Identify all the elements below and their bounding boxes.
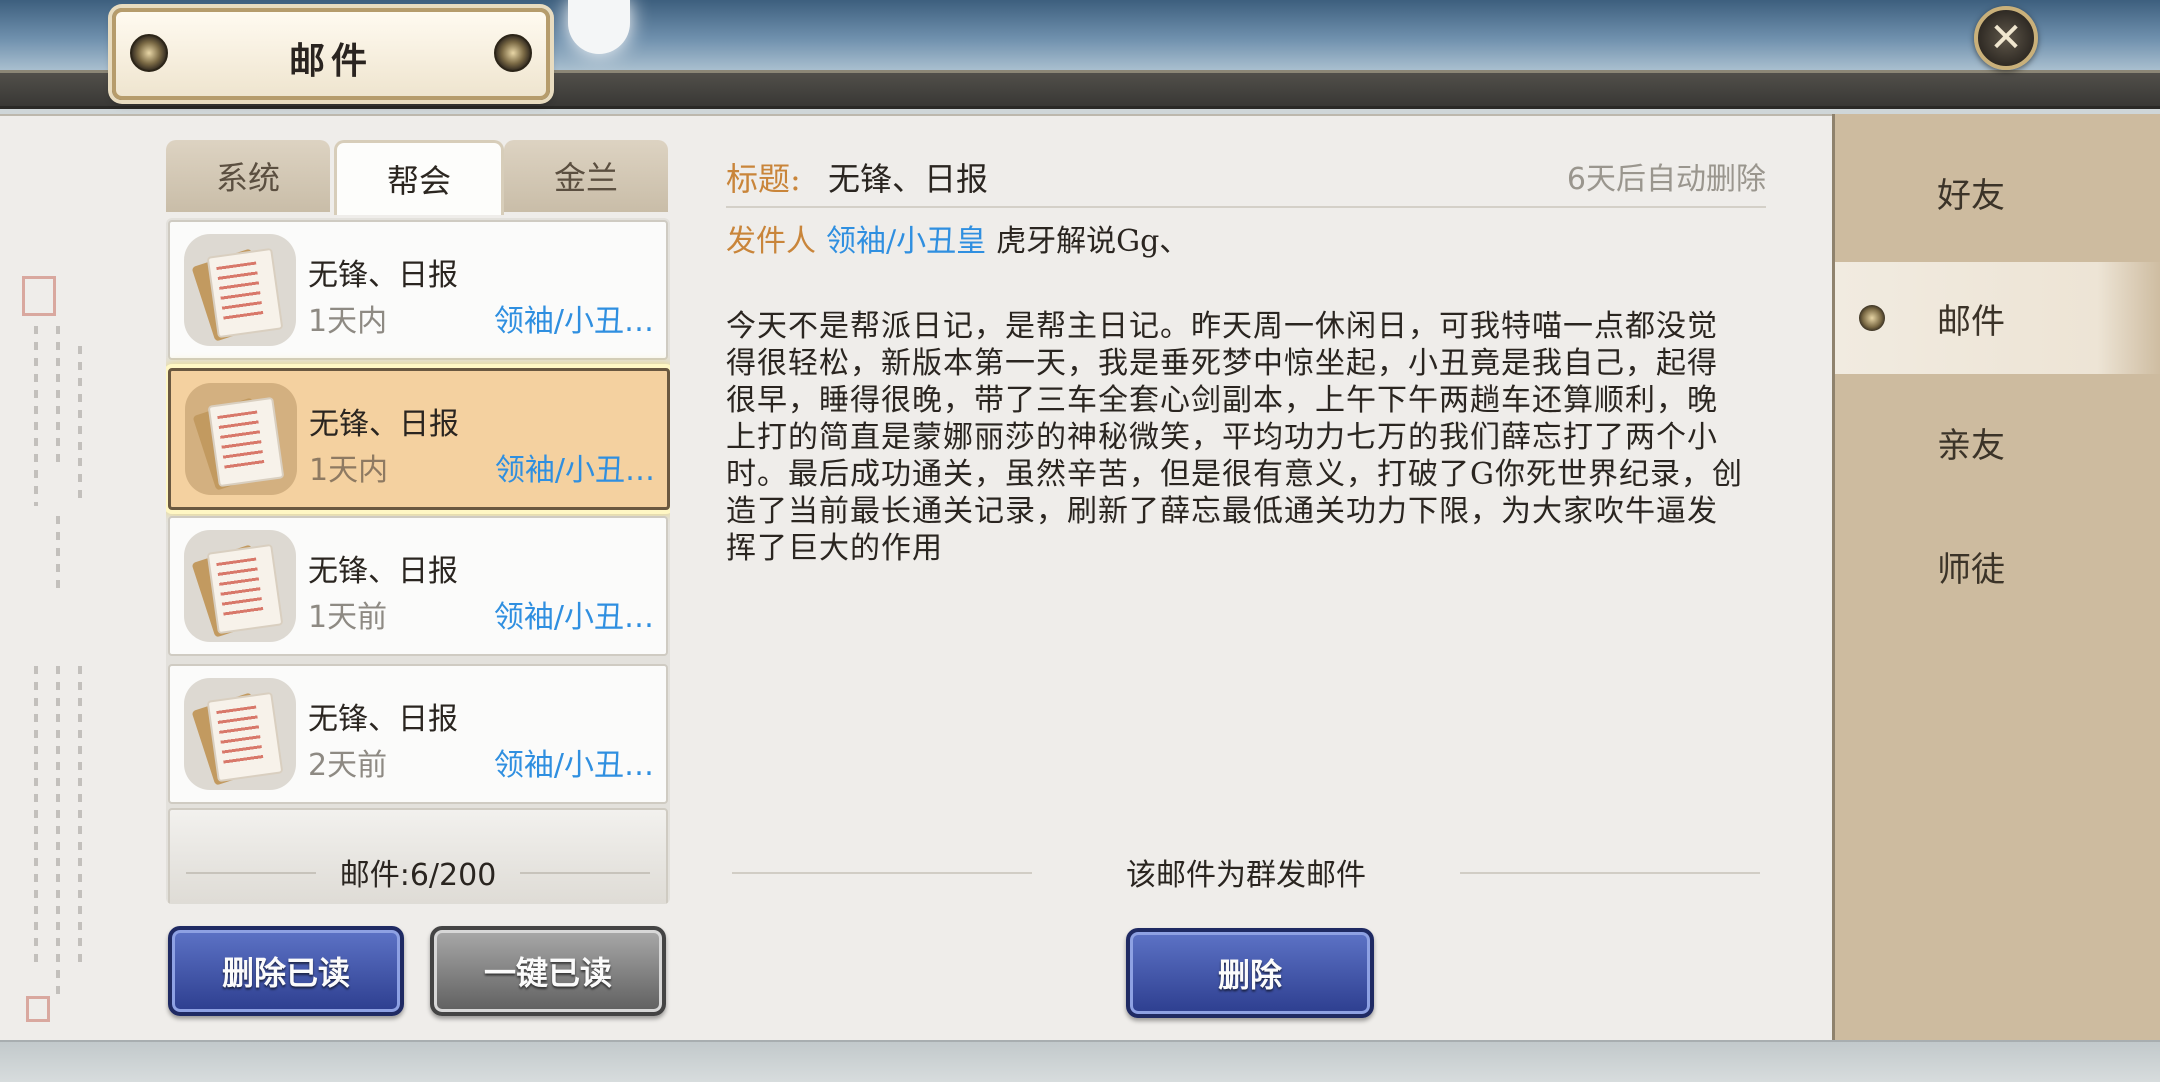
mail-category-tabs: 系统 帮会 金兰 <box>166 140 670 215</box>
ornament-icon <box>494 34 532 72</box>
side-nav-mentor[interactable]: 师徒 <box>1835 510 2160 622</box>
calligraphy-column <box>78 666 82 966</box>
side-nav-label: 师徒 <box>1937 549 2005 590</box>
tab-guild[interactable]: 帮会 <box>334 140 504 215</box>
calligraphy-column <box>56 326 60 466</box>
sender-guild[interactable]: 领袖/小丑皇 <box>826 224 986 259</box>
mail-title: 无锋、日报 <box>308 554 458 589</box>
side-nav-mail[interactable]: 邮件 <box>1835 262 2160 374</box>
side-nav-relatives[interactable]: 亲友 <box>1835 386 2160 498</box>
group-mail-note: 该邮件为群发邮件 <box>726 852 1766 893</box>
calligraphy-decoration <box>22 276 92 1022</box>
mail-count-row: 邮件:6/200 <box>166 852 670 893</box>
mail-sender: 领袖/小丑… <box>493 600 654 635</box>
delete-read-button[interactable]: 删除已读 <box>168 926 404 1016</box>
mail-title: 无锋、日报 <box>308 702 458 737</box>
mail-list[interactable]: 无锋、日报 1天内 领袖/小丑… 无锋、日报 1天内 领袖/小丑… 无锋、日报 … <box>166 218 670 904</box>
letter-icon <box>184 234 296 346</box>
tab-system[interactable]: 系统 <box>166 140 330 212</box>
tab-sworn[interactable]: 金兰 <box>504 140 668 212</box>
subject-label: 标题: <box>726 160 801 198</box>
sender-row: 发件人 领袖/小丑皇 虎牙解说Gg、 <box>726 216 1189 260</box>
auto-delete-note: 6天后自动删除 <box>1566 162 1766 197</box>
page-title: 邮件 <box>288 40 373 82</box>
read-all-button[interactable]: 一键已读 <box>430 926 666 1016</box>
calligraphy-column <box>34 326 38 506</box>
subject-row: 标题: 无锋、日报 6天后自动删除 <box>726 150 1766 208</box>
side-nav-label: 亲友 <box>1937 425 2005 466</box>
group-mail-text: 该邮件为群发邮件 <box>1126 858 1366 893</box>
mail-sender: 领袖/小丑… <box>494 453 655 488</box>
letter-icon <box>184 530 296 642</box>
side-nav-label: 邮件 <box>1937 301 2005 342</box>
letter-icon <box>184 678 296 790</box>
close-icon: ✕ <box>1989 15 2023 61</box>
mail-list-item-selected[interactable]: 无锋、日报 1天内 领袖/小丑… <box>168 368 670 510</box>
bottom-frame <box>0 1040 2160 1082</box>
side-nav-label: 好友 <box>1937 175 2005 216</box>
calligraphy-column <box>78 346 82 506</box>
mail-time: 1天内 <box>308 304 388 339</box>
mail-list-item[interactable]: 无锋、日报 1天前 领袖/小丑… <box>168 516 668 656</box>
mail-list-item[interactable]: 无锋、日报 2天前 领袖/小丑… <box>168 664 668 804</box>
mail-list-item[interactable]: 无锋、日报 1天内 领袖/小丑… <box>168 220 668 360</box>
calligraphy-column <box>34 666 38 966</box>
mail-time: 2天前 <box>308 748 388 783</box>
moon-decoration <box>568 0 630 54</box>
seal-stamp <box>22 276 56 316</box>
letter-icon <box>185 383 297 495</box>
mail-subject: 无锋、日报 <box>828 160 989 198</box>
sender-label: 发件人 <box>726 224 816 259</box>
mail-sender: 领袖/小丑… <box>493 748 654 783</box>
mail-title: 无锋、日报 <box>309 407 459 442</box>
mail-body: 今天不是帮派日记，是帮主日记。昨天周一休闲日，可我特喵一点都没觉得很轻松，新版本… <box>726 309 1743 566</box>
mail-title: 无锋、日报 <box>308 258 458 293</box>
delete-button[interactable]: 删除 <box>1126 928 1374 1018</box>
seal-stamp <box>26 996 50 1022</box>
calligraphy-column <box>56 516 60 596</box>
selected-indicator-icon <box>1859 305 1885 331</box>
sender-name[interactable]: 虎牙解说Gg、 <box>996 224 1189 259</box>
mail-sender: 领袖/小丑… <box>493 304 654 339</box>
side-nav-friends[interactable]: 好友 <box>1835 136 2160 248</box>
close-button[interactable]: ✕ <box>1974 6 2038 70</box>
calligraphy-column <box>56 666 60 996</box>
title-plate: 邮件 <box>112 8 550 100</box>
mail-time: 1天前 <box>308 600 388 635</box>
side-nav: 好友 邮件 亲友 师徒 <box>1832 114 2160 1040</box>
mail-count: 邮件:6/200 <box>339 858 497 893</box>
mail-time: 1天内 <box>309 453 389 488</box>
